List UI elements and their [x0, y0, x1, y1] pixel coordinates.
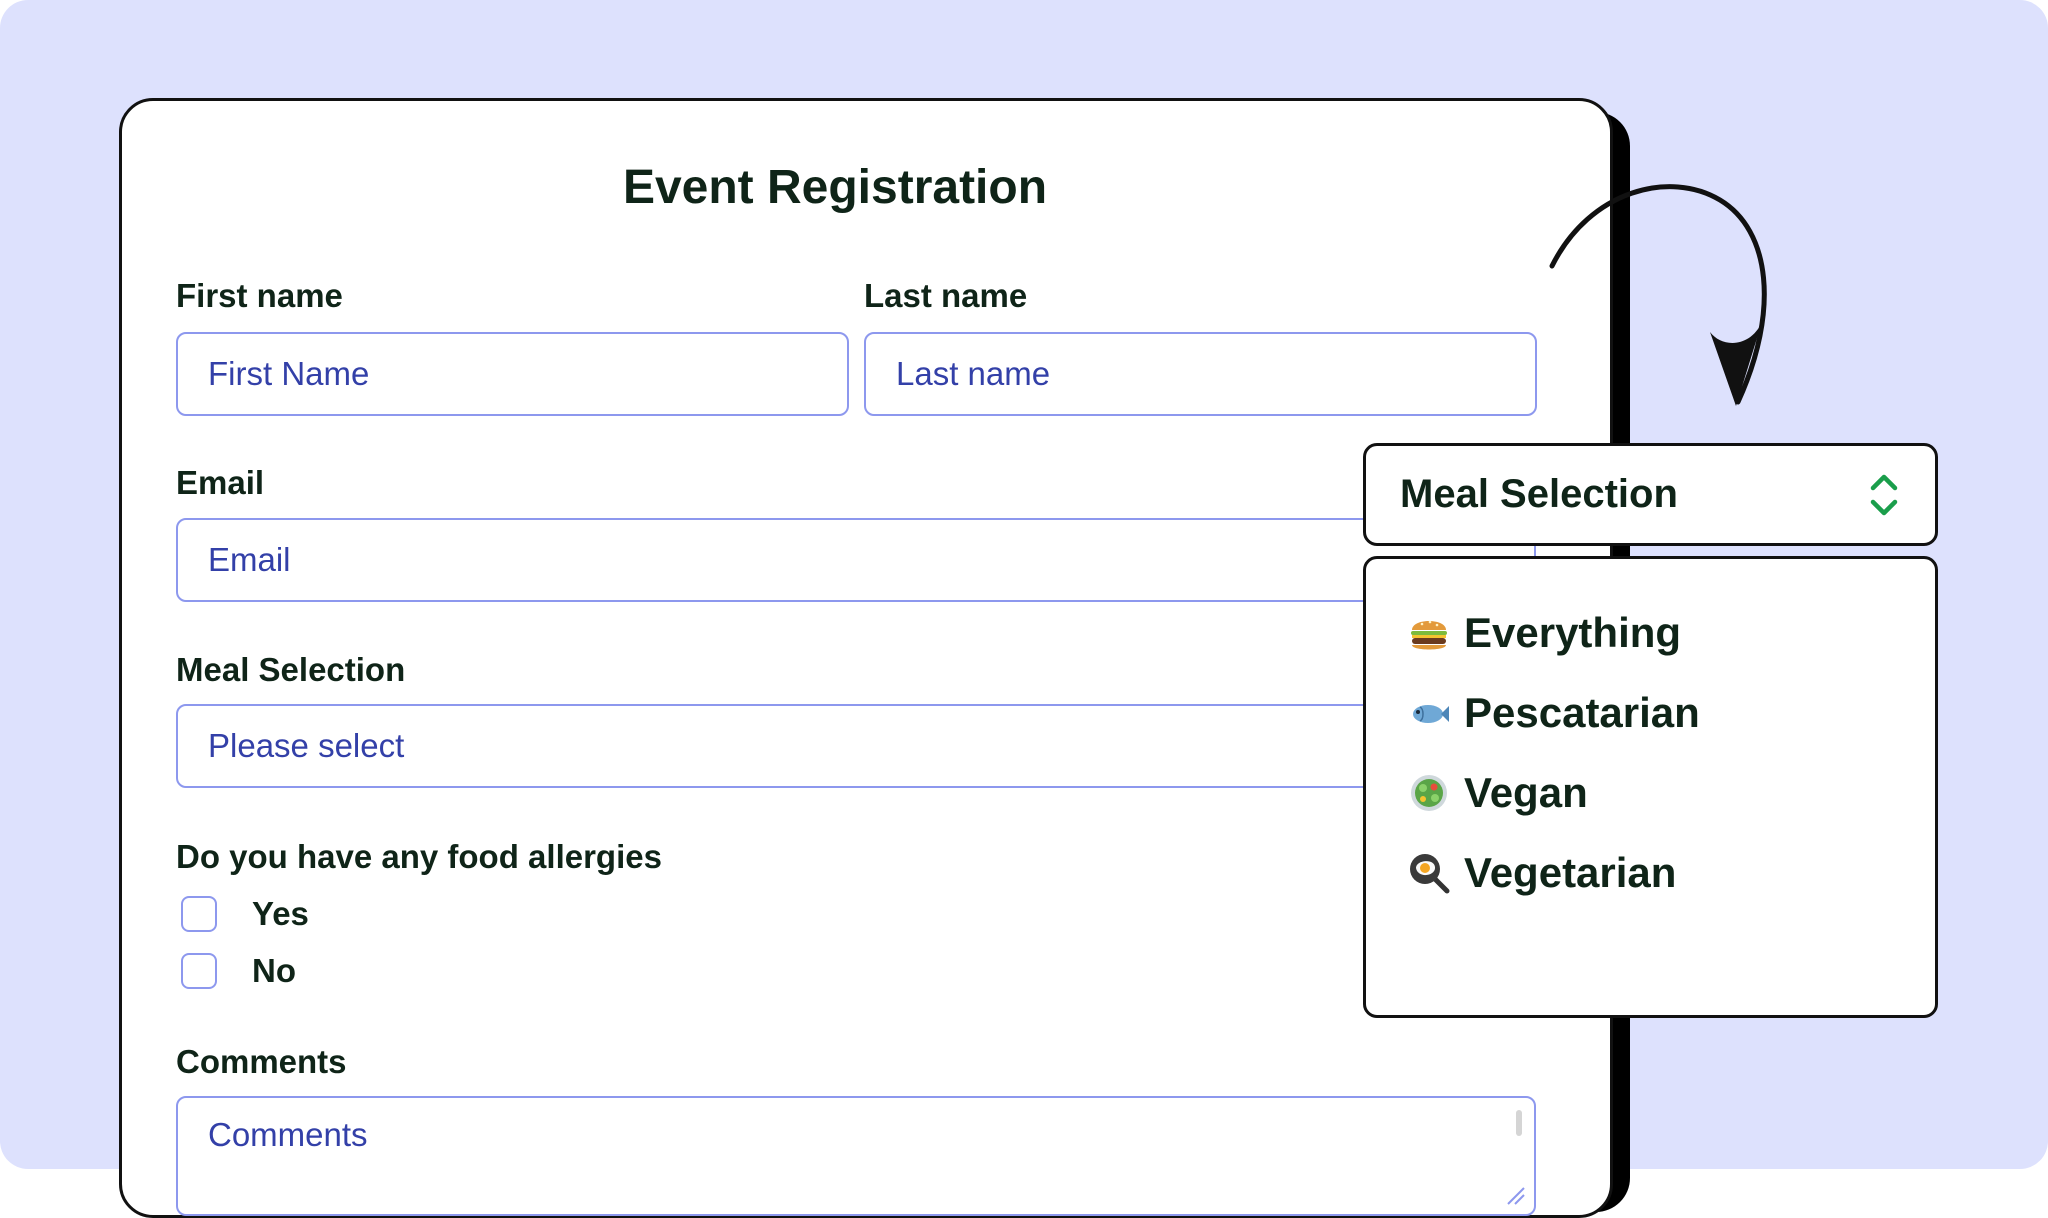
menu-item-pescatarian[interactable]: Pescatarian [1408, 683, 1700, 743]
curved-arrow-icon [1549, 184, 1767, 406]
textarea-scrollbar[interactable] [1516, 1110, 1522, 1136]
allergy-yes-checkbox[interactable] [181, 896, 217, 932]
allergy-yes-label: Yes [252, 895, 309, 932]
menu-item-vegetarian[interactable]: Vegetarian [1408, 843, 1676, 903]
comments-textarea[interactable]: Comments [176, 1096, 1536, 1216]
fried-egg-icon [1410, 854, 1450, 894]
burger-icon [1411, 620, 1447, 650]
menu-item-label: Pescatarian [1464, 689, 1700, 736]
menu-item-label: Everything [1464, 609, 1682, 656]
menu-item-vegan[interactable]: Vegan [1408, 763, 1588, 823]
meal-selection-select[interactable]: Please select [176, 704, 1536, 788]
allergies-question-label: Do you have any food allergies [176, 838, 662, 875]
menu-item-everything[interactable]: Everything [1408, 603, 1681, 663]
first-name-label: First name [176, 277, 343, 314]
menu-item-label: Vegetarian [1464, 849, 1677, 896]
meal-options-menu: Everything Pescatarian Vegan Vegetarian [1363, 556, 1938, 1018]
fish-icon [1413, 705, 1449, 723]
meal-selection-dropdown-trigger[interactable]: Meal Selection [1363, 443, 1938, 546]
salad-icon [1411, 775, 1447, 811]
resize-handle-icon[interactable] [1504, 1184, 1526, 1206]
menu-item-label: Vegan [1464, 769, 1588, 816]
comments-label: Comments [176, 1043, 347, 1080]
first-name-input[interactable]: First Name [176, 332, 849, 416]
allergy-no-label: No [252, 952, 296, 989]
last-name-label: Last name [864, 277, 1028, 314]
meal-selection-label: Meal Selection [176, 651, 406, 688]
allergy-no-checkbox[interactable] [181, 953, 217, 989]
comments-placeholder: Comments [208, 1116, 368, 1153]
chevron-up-down-icon [1870, 474, 1898, 516]
form-title: Event Registration [622, 161, 1048, 214]
email-label: Email [176, 464, 265, 501]
email-input[interactable]: Email [176, 518, 1536, 602]
last-name-input[interactable]: Last name [864, 332, 1537, 416]
dropdown-label: Meal Selection [1400, 472, 1678, 516]
